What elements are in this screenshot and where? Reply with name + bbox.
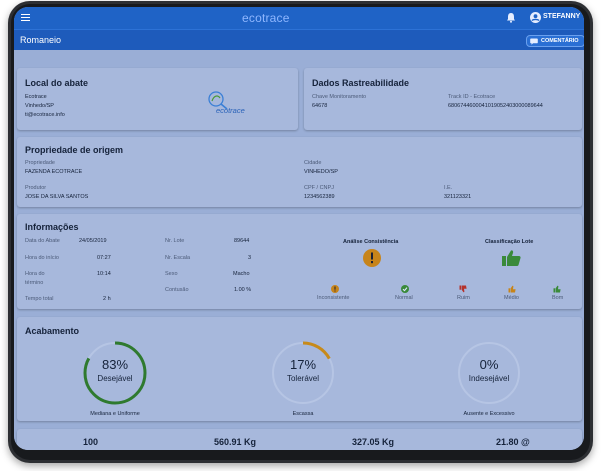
comment-button-label: COMENTÁRIO	[541, 37, 579, 44]
classificacao-lote-title: Classificação Lote	[485, 239, 534, 245]
gauge-desejavel-label: Desejável	[97, 374, 133, 383]
total-arrobas: 21.80 @	[496, 437, 530, 447]
gauge-desejavel-caption: Mediana e Uniforme	[90, 411, 140, 417]
normal-label: Normal	[395, 295, 413, 301]
page-header-bar: Romaneio COMENTÁRIO	[14, 29, 584, 51]
thumbs-up-medium-icon	[508, 285, 516, 293]
chave-monitoramento-label: Chave Monitoramento	[312, 94, 367, 100]
gauge-indesejavel-ring	[458, 342, 520, 404]
acabamento-card: Acabamento 83% Desejável Mediana e Unifo…	[17, 317, 582, 421]
nr-lote-value: 89644	[234, 238, 250, 244]
gauge-indesejavel-percent: 0%	[479, 357, 499, 372]
cpf-cnpj-value: 1234562389	[304, 194, 335, 200]
data-abate-value: 24/05/2019	[79, 238, 107, 244]
track-id-label: Track ID - Ecotrace	[448, 94, 496, 100]
user-name: STEFANNY	[543, 13, 581, 20]
total-weight-1: 560.91 Kg	[214, 437, 257, 447]
cidade-label: Cidade	[304, 160, 322, 166]
gauge-toleravel: 17% Tolerável Escassa	[270, 340, 336, 422]
informacoes-card: Informações Data do Abate 24/05/2019 Hor…	[17, 214, 582, 309]
nr-escala-value: 3	[248, 255, 252, 261]
nr-lote-label: Nr. Lote	[165, 238, 185, 244]
top-app-bar: ecotrace STEFANNY	[14, 7, 584, 29]
nr-escala-label: Nr. Escala	[165, 255, 191, 261]
propriedade-card: Propriedade de origem Propriedade FAZEND…	[17, 137, 582, 207]
comment-icon	[530, 38, 538, 45]
track-id-value: 6806744600041019052403000089644	[448, 103, 543, 109]
total-weight-2: 327.05 Kg	[352, 437, 395, 447]
ruim-label: Ruim	[457, 295, 470, 301]
app-screen: ecotrace STEFANNY Romaneio COMENTÁRIO Lo…	[14, 7, 584, 450]
contusao-value: 1.00 %	[234, 287, 252, 293]
informacoes-title: Informações	[25, 222, 79, 232]
propriedade-title: Propriedade de origem	[25, 145, 124, 155]
acabamento-title: Acabamento	[25, 326, 80, 336]
chave-monitoramento-value: 64678	[312, 103, 328, 109]
sexo-label: Sexo	[165, 271, 178, 277]
inconsistente-icon	[331, 285, 339, 293]
thumbs-up-good-icon	[553, 285, 561, 293]
hora-termino-label-2: término	[25, 280, 44, 286]
ie-value: 321123321	[444, 194, 472, 200]
gauge-toleravel-caption: Escassa	[292, 411, 314, 417]
analise-consistencia-title: Análise Consistência	[343, 239, 399, 245]
data-abate-label: Data do Abate	[25, 238, 60, 244]
app-logo[interactable]: ecotrace	[242, 11, 290, 25]
medio-label: Médio	[504, 295, 519, 301]
contusao-label: Contusão	[165, 287, 189, 293]
gauge-toleravel-ring	[271, 341, 335, 405]
propriedade-value: FAZENDA ECOTRACE	[25, 169, 83, 175]
gauge-toleravel-label: Tolerável	[286, 374, 319, 383]
total-count: 100	[83, 437, 99, 447]
local-abate-line-2: Vinhedo/SP	[25, 103, 54, 109]
rastreabilidade-title: Dados Rastreabilidade	[312, 78, 410, 88]
totals-card: 100 560.91 Kg 327.05 Kg 21.80 @	[17, 429, 582, 450]
tempo-total-label: Tempo total	[25, 296, 54, 302]
ecotrace-logo-text: ecotrace	[216, 106, 245, 115]
warning-circle-icon	[363, 249, 381, 267]
produtor-label: Produtor	[25, 185, 47, 191]
gauge-indesejavel: 0% Indesejável Ausente e Excessivo	[456, 340, 522, 422]
cidade-value: VINHEDO/SP	[304, 169, 338, 175]
hora-termino-value: 10:14	[97, 271, 111, 277]
inconsistente-label: Inconsistente	[317, 295, 350, 301]
gauge-desejavel-percent: 83%	[101, 357, 129, 372]
local-abate-card: Local do abate Ecotrace Vinhedo/SP ti@ec…	[17, 68, 298, 130]
tempo-total-value: 2 h	[103, 296, 111, 302]
menu-icon[interactable]	[21, 12, 30, 23]
sexo-value: Macho	[233, 271, 250, 277]
normal-check-icon	[401, 285, 409, 293]
gauge-desejavel: 83% Desejável Mediana e Uniforme	[82, 340, 148, 422]
produtor-value: JOSE DA SILVA SANTOS	[25, 194, 89, 200]
hora-termino-label-1: Hora do	[25, 271, 45, 277]
thumbs-up-large-icon	[502, 250, 521, 266]
hora-inicio-value: 07:27	[97, 255, 111, 261]
bom-label: Bom	[552, 295, 564, 301]
account-circle-icon	[530, 12, 541, 23]
bell-icon[interactable]	[506, 12, 516, 23]
gauge-indesejavel-label: Indesejável	[468, 374, 510, 383]
local-abate-title: Local do abate	[25, 78, 89, 88]
gauge-desejavel-ring	[83, 341, 147, 405]
main-content: Local do abate Ecotrace Vinhedo/SP ti@ec…	[14, 50, 584, 450]
hora-inicio-label: Hora do início	[25, 255, 59, 261]
ie-label: I.E.	[444, 185, 453, 191]
local-abate-line-1: Ecotrace	[25, 94, 47, 100]
rastreabilidade-card: Dados Rastreabilidade Chave Monitorament…	[304, 68, 582, 130]
cpf-cnpj-label: CPF / CNPJ	[304, 185, 334, 191]
gauge-toleravel-percent: 17%	[289, 357, 317, 372]
gauge-indesejavel-caption: Ausente e Excessivo	[463, 411, 515, 417]
propriedade-label: Propriedade	[25, 160, 55, 166]
thumbs-down-icon	[459, 285, 467, 293]
page-title: Romaneio	[20, 35, 62, 45]
local-abate-line-3: ti@ecotrace.info	[25, 112, 65, 118]
comment-button[interactable]: COMENTÁRIO	[526, 35, 584, 47]
